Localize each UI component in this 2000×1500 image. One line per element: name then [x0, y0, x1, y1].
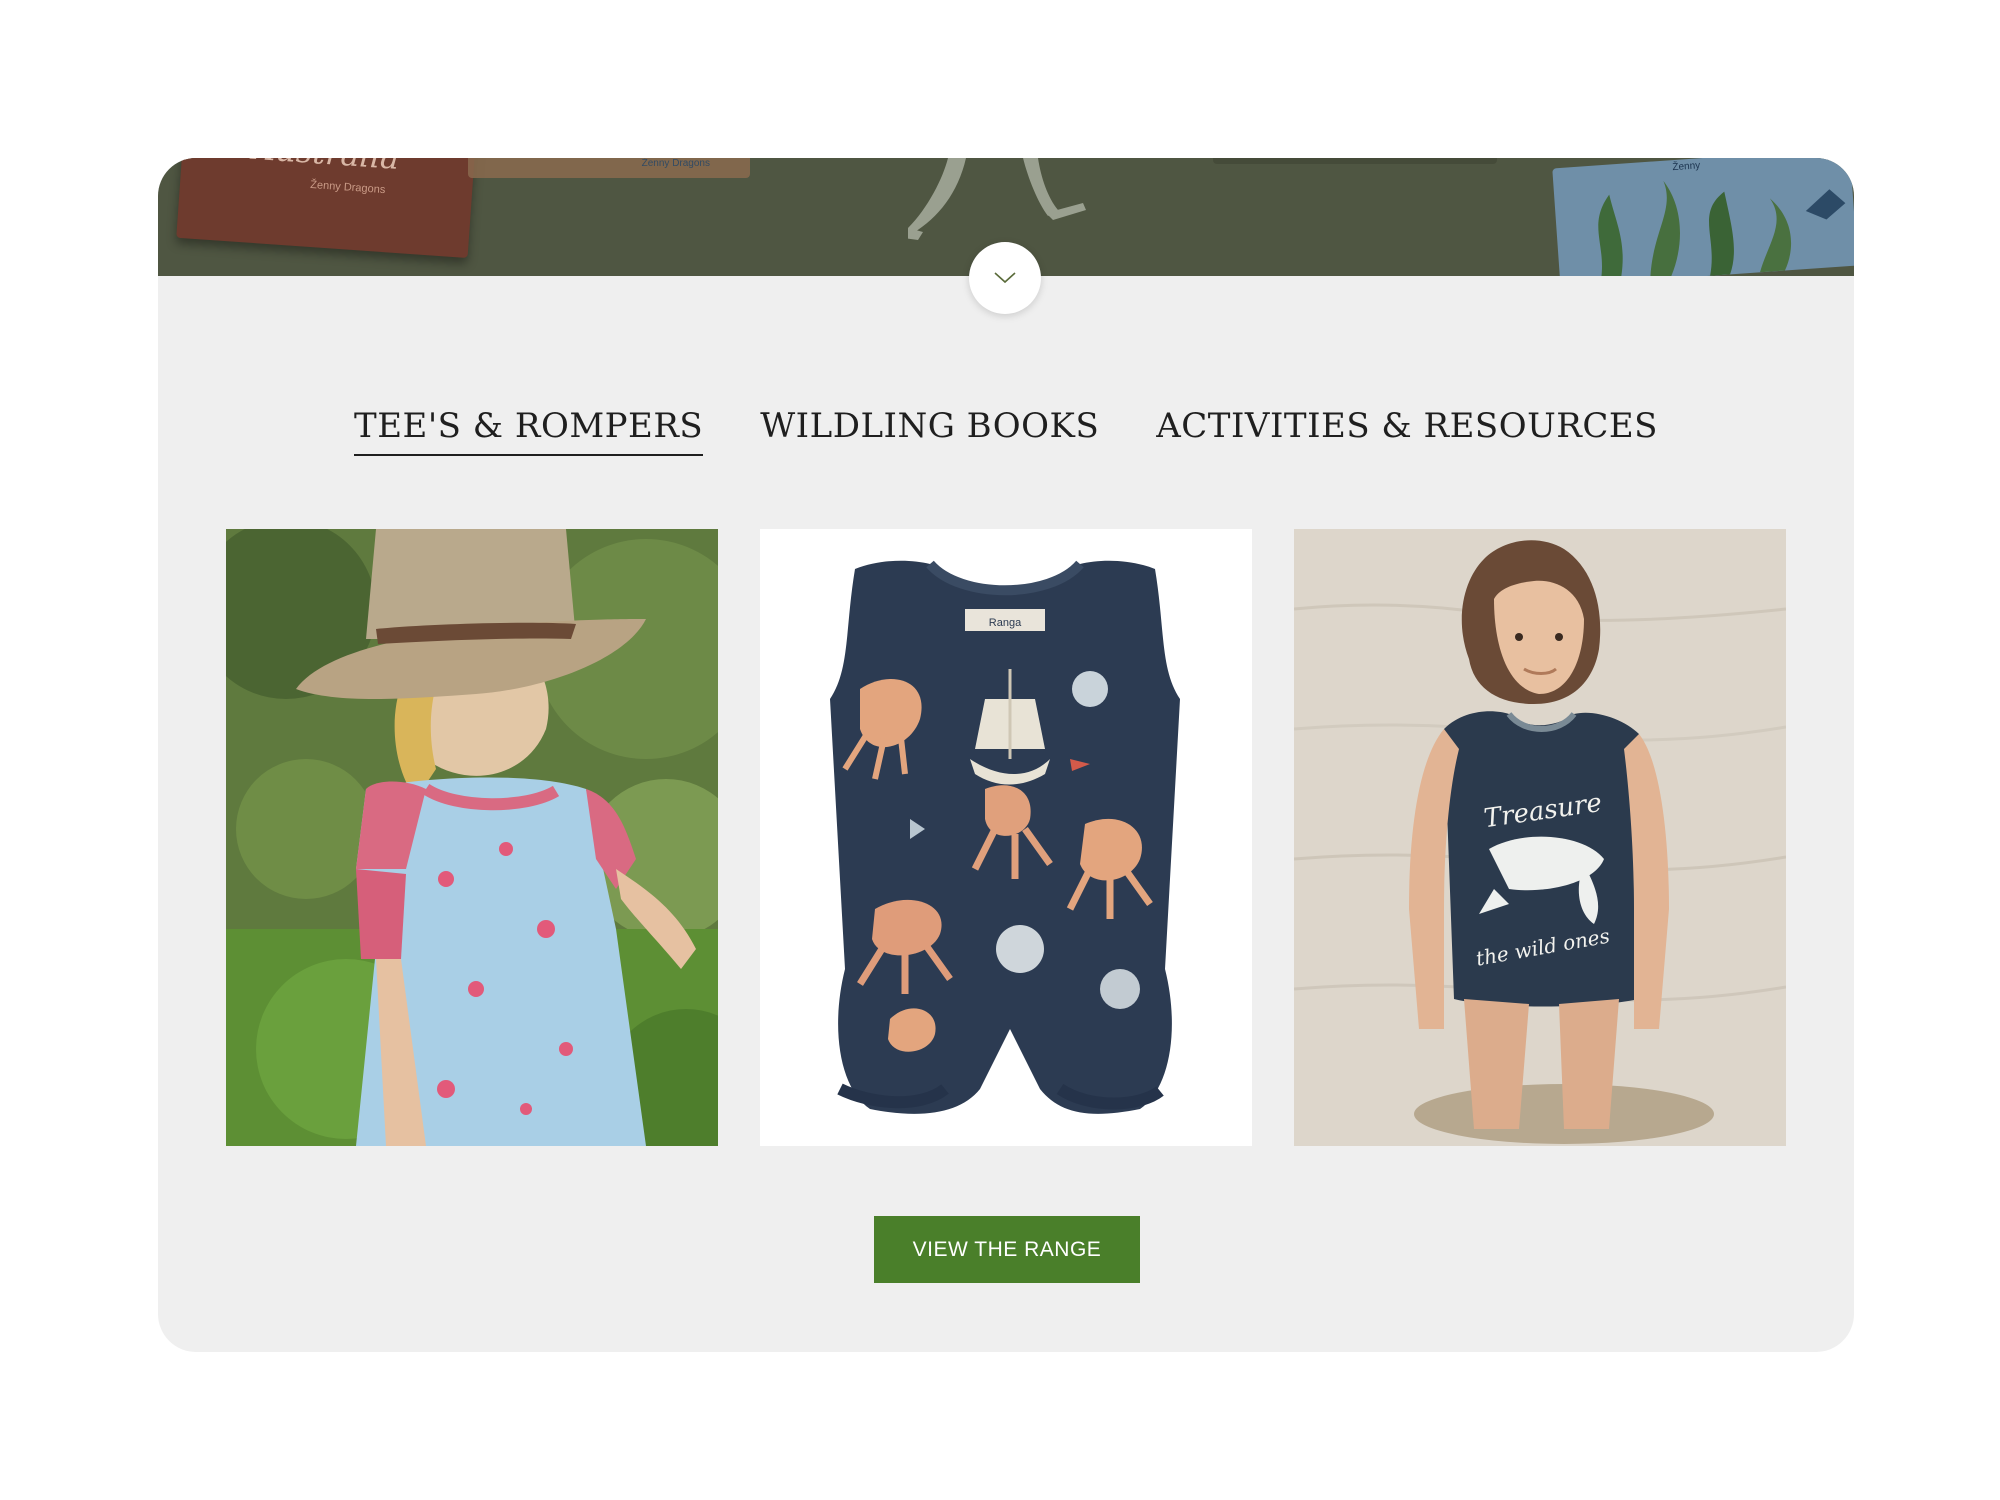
seaweed-illustration: [1598, 180, 1846, 276]
hero-book-fourth: Ženny: [1552, 158, 1854, 276]
view-range-button[interactable]: VIEW THE RANGE: [874, 1216, 1140, 1283]
featured-range-card: Australia Ženny Dragons Ženny Dragons Že…: [158, 158, 1854, 1352]
product-image-ocean-romper: Ranga: [760, 529, 1252, 1146]
product-gallery: Ranga Treasure the wild ones: [226, 529, 1786, 1146]
scroll-down-button[interactable]: [969, 242, 1041, 314]
product-card-ocean-romper[interactable]: Ranga: [760, 529, 1252, 1146]
hero-book-second: Ženny Dragons: [468, 158, 750, 178]
product-image-child-singlet: Treasure the wild ones: [1294, 529, 1786, 1146]
tab-tees-rompers[interactable]: TEE'S & ROMPERS: [354, 406, 704, 456]
romper-label-text: Ranga: [989, 617, 1022, 629]
hero-book-third: [1213, 158, 1497, 164]
category-tabs: TEE'S & ROMPERS WILDLING BOOKS ACTIVITIE…: [158, 406, 1854, 456]
hero-book-australia: Australia Ženny Dragons: [176, 158, 476, 259]
product-image-girl-floral-tee: [226, 529, 718, 1146]
tab-wildling-books[interactable]: WILDLING BOOKS: [760, 406, 1099, 456]
hero-book-author: Ženny Dragons: [309, 178, 386, 197]
product-card-floral-tee[interactable]: [226, 529, 718, 1146]
chevron-down-icon: [994, 272, 1016, 284]
tab-activities-resources[interactable]: ACTIVITIES & RESOURCES: [1156, 406, 1658, 456]
hero-book-title: Australia: [251, 158, 400, 177]
hero-book-author: Ženny Dragons: [641, 158, 710, 169]
product-card-treasure-singlet[interactable]: Treasure the wild ones: [1294, 529, 1786, 1146]
